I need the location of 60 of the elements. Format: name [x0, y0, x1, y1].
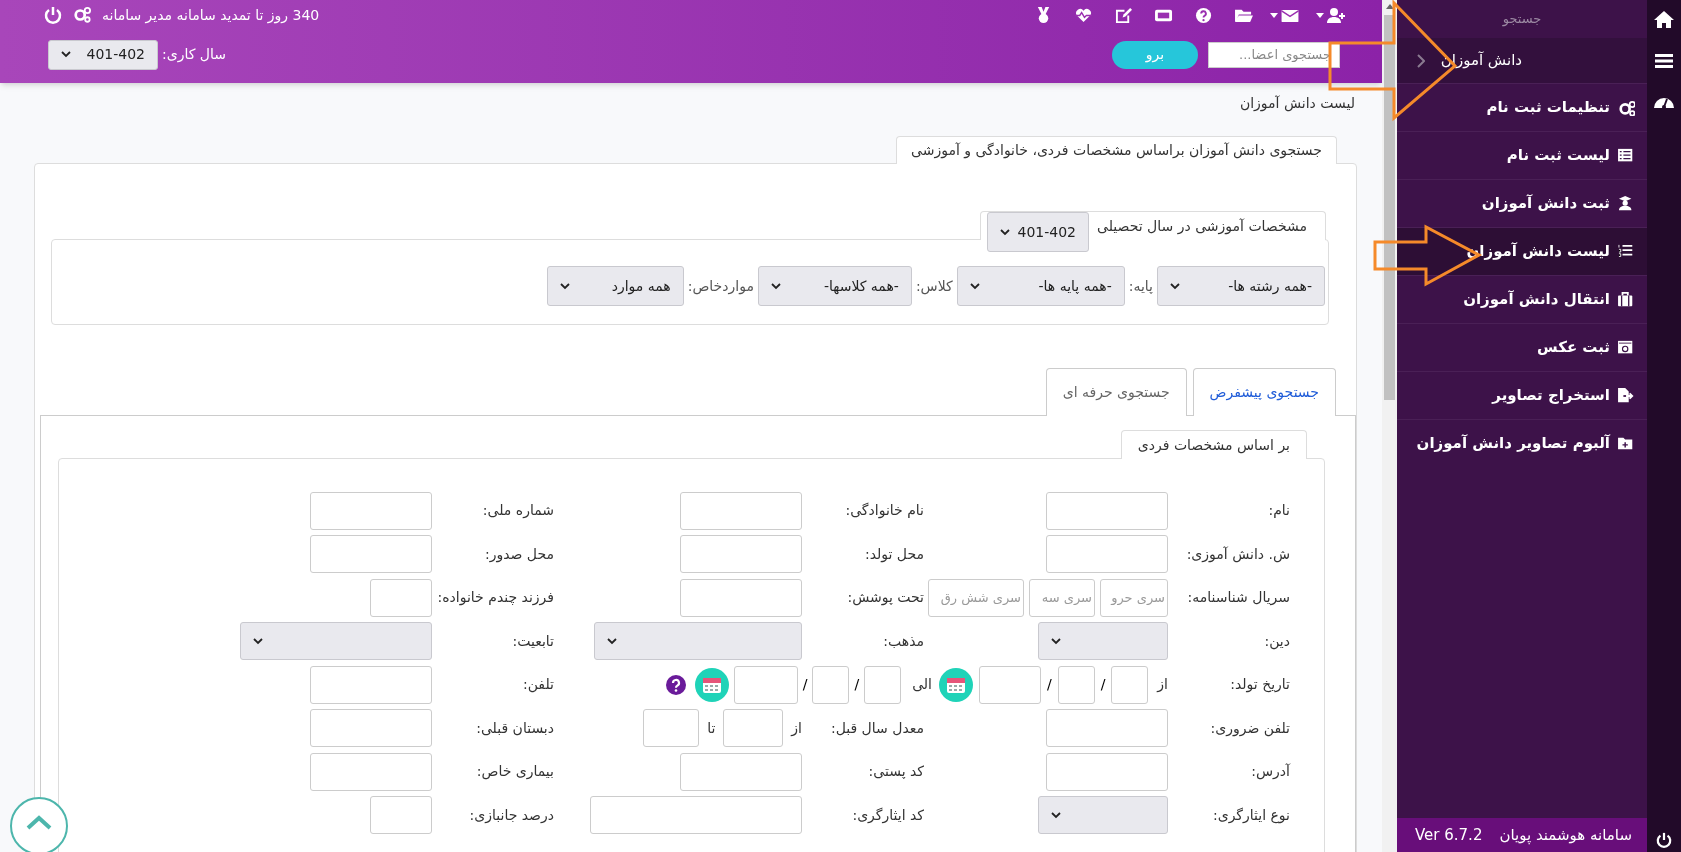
field-label: نام خانوادگی: [845, 501, 924, 521]
field-label: کد ایثارگری: [852, 805, 924, 826]
range-label: از [791, 718, 802, 739]
fieldset-legend: بر اساس مشخصات فردی [1120, 430, 1307, 459]
field-label: تاریخ تولد: [1230, 675, 1290, 695]
text-field[interactable]: سری سه [1029, 578, 1095, 617]
field-label: مذهب: [883, 631, 924, 651]
field-label: تابعیت: [512, 631, 554, 651]
renewal-notice: 340 روز تا تمدید سامانه مدیر سامانه [102, 5, 320, 26]
dropdown-value: -همه کلاسها- [823, 276, 899, 296]
range-label: تا [707, 718, 716, 738]
search-label[interactable]: جستجو [1397, 0, 1647, 38]
field-label: شماره ملی: [482, 501, 554, 521]
filter-label: کلاس: [915, 276, 953, 297]
search-tab[interactable]: جستجوی پیشفرض [1192, 368, 1336, 416]
filter-label: مواردخاص: [687, 276, 754, 297]
field-label: کد پستی: [868, 762, 924, 782]
filter-dropdown[interactable]: -همه پایه ها- [956, 266, 1125, 306]
date-separator: / [854, 675, 860, 695]
filter-dropdown[interactable]: -همه کلاسها- [757, 266, 912, 306]
field-label: سریال شناسنامه: [1187, 588, 1290, 608]
field-label: تحت پوشش: [847, 588, 924, 608]
year-dropdown[interactable]: 401-402 [48, 39, 158, 70]
text-field[interactable]: سری شش رق [928, 578, 1024, 617]
search-tab[interactable]: جستجوی حرفه ای [1045, 368, 1187, 416]
dropdown-value: -همه رشته ها- [1228, 276, 1312, 297]
field-label: آدرس: [1251, 762, 1290, 782]
field-label: بیماری خاص: [476, 762, 554, 782]
filter-dropdown[interactable]: همه موارد [546, 266, 684, 306]
filter-label: پایه: [1128, 276, 1153, 296]
dropdown-value: همه موارد [611, 276, 671, 297]
dropdown-value: -همه پایه ها- [1038, 276, 1112, 296]
filter-dropdown[interactable]: -همه رشته ها- [1157, 266, 1325, 306]
dropdown-value: 401-402 [1017, 222, 1077, 242]
text-field[interactable]: سری حرو [1100, 578, 1168, 617]
date-separator: / [1046, 675, 1052, 695]
year-label: سال کاری: [162, 45, 226, 65]
field-label: دبستان قبلی: [476, 718, 554, 738]
field-label: فرزند چندم خانواده: [437, 588, 554, 608]
field-label: نوع ایثارگری: [1212, 805, 1290, 826]
field-label: محل تولد: [864, 544, 924, 565]
field-label: ش. دانش آموزی: [1186, 544, 1290, 565]
system-name: سامانه هوشمند پویان [1499, 824, 1632, 847]
field-label: درصد جانبازی: [469, 805, 554, 826]
field-label: تلفن ضروری: [1210, 718, 1290, 739]
field-label: معدل سال قبل: [830, 718, 924, 738]
field-label: محل صدور: [484, 544, 554, 565]
field-label: نام: [1268, 501, 1290, 521]
version-label: Ver 6.7.2 [1415, 824, 1483, 846]
field-label: دین: [1264, 631, 1290, 652]
range-label: الی [912, 675, 932, 695]
dropdown-value: 401-402 [86, 45, 145, 64]
card-tab[interactable]: جستجوی دانش آموزان براساس مشخصات فردی، خانوادگی و آموزشی [896, 136, 1337, 164]
academic-year-dropdown[interactable]: 401-402 [987, 212, 1090, 252]
field-label: تلفن: [523, 675, 554, 695]
legend-text: مشخصات آموزشی در سال تحصیلی [1097, 216, 1307, 237]
date-separator: / [802, 675, 808, 695]
date-separator: / [1100, 675, 1106, 695]
range-label: از [1157, 675, 1168, 695]
page-title: لیست دانش آموزان [1239, 94, 1355, 114]
